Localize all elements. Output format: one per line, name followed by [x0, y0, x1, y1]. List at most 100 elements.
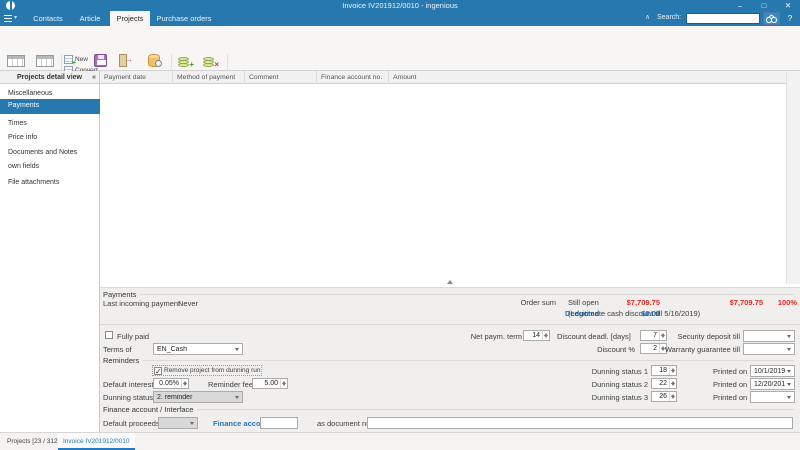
splitter-handle-icon[interactable] — [447, 280, 453, 284]
new-project-icon: + — [64, 55, 73, 64]
finance-account-input[interactable] — [260, 417, 298, 429]
net-payment-term-spinner[interactable]: 14 — [523, 330, 550, 341]
terms-of-dropdown[interactable]: EN_Cash — [153, 343, 243, 355]
sidebar-item-payments[interactable]: Payments — [0, 99, 100, 114]
printed-on-3-date[interactable] — [750, 391, 795, 403]
discount-percent-label: Discount % — [575, 345, 635, 354]
chevron-down-icon — [233, 392, 242, 402]
app-menu-button[interactable]: ▾ — [4, 14, 22, 24]
column-comment[interactable]: Comment — [244, 71, 316, 84]
sidebar-item-own-fields[interactable]: own fields — [0, 160, 100, 174]
printed-on-2-date[interactable]: 12/20/2019 — [750, 378, 795, 390]
column-method-of-payment[interactable]: Method of payment — [172, 71, 244, 84]
chevron-down-icon — [188, 418, 197, 428]
title-bar: Invoice IV201912/0010 - ingenious – □ ✕ — [0, 0, 800, 11]
default-proceeds-dropdown[interactable] — [158, 417, 198, 429]
dunning-status-dropdown[interactable]: 2. reminder — [153, 391, 243, 403]
search-input[interactable] — [686, 13, 760, 24]
column-payment-date[interactable]: Payment date — [100, 71, 172, 84]
warranty-guarantee-dropdown[interactable] — [743, 343, 795, 355]
still-open-percent: 100% — [778, 298, 797, 307]
checked-checkbox-icon — [154, 367, 162, 375]
tab-article[interactable]: Article — [72, 11, 108, 26]
chevron-down-icon — [785, 344, 794, 354]
window-title: Invoice IV201912/0010 - ingenious — [0, 1, 800, 10]
binoculars-icon — [765, 13, 778, 24]
spinner-arrows-icon — [181, 379, 188, 388]
spinner-arrows-icon — [280, 379, 287, 388]
spinner-arrows-icon — [669, 379, 676, 388]
cash-discount-note: (Legitimate cash discount till 5/16/2019… — [568, 309, 700, 318]
default-interest-spinner[interactable]: 0.05% — [153, 378, 189, 389]
chevron-down-icon — [785, 392, 794, 402]
collapse-sidebar-icon[interactable]: « — [92, 71, 96, 84]
spinner-arrows-icon — [669, 392, 676, 401]
dunning-status-3-spinner[interactable]: 26 — [651, 391, 677, 402]
group-payments: Payments — [103, 290, 794, 299]
minimize-button[interactable]: – — [728, 0, 752, 11]
vertical-scrollbar[interactable] — [786, 71, 800, 284]
chevron-down-icon — [785, 366, 794, 376]
sidebar-item-price-info[interactable]: Price info — [0, 131, 100, 145]
net-payment-term-label: Net paym. term — [452, 332, 522, 341]
still-open-value: $7,709.75 — [730, 298, 763, 307]
terms-of-label: Terms of — [103, 345, 132, 354]
printed-on-1-date[interactable]: 10/1/2019 — [750, 365, 795, 377]
tab-contacts[interactable]: Contacts — [26, 11, 70, 26]
menu-icon — [4, 15, 12, 22]
security-deposit-label: Security deposit till — [660, 332, 740, 341]
exit-door-icon: → — [118, 54, 132, 67]
payments-table-body[interactable] — [100, 84, 786, 284]
advanced-search-button[interactable] — [763, 12, 780, 25]
help-button[interactable]: ? — [782, 12, 798, 25]
chevron-down-icon — [785, 331, 794, 341]
tab-purchase-orders[interactable]: Purchase orders — [152, 11, 216, 26]
printed-on-3-label: Printed on — [713, 393, 747, 402]
table-grid-icon — [7, 55, 25, 67]
table-grid-icon — [36, 55, 54, 67]
coins-remove-icon: × — [203, 54, 219, 67]
ribbon-tab-row: ▾ Contacts Article Projects Purchase ord… — [0, 11, 800, 26]
printed-on-2-label: Printed on — [713, 380, 747, 389]
bottom-tab-invoice[interactable]: Invoice IV201912/0010 — [58, 433, 135, 450]
discount-deadline-label: Discount deadl. [days] — [557, 332, 631, 341]
dunning-status-1-spinner[interactable]: 18 — [651, 365, 677, 376]
column-finance-account-no[interactable]: Finance account no. — [316, 71, 388, 84]
project-new-button[interactable]: + New — [64, 54, 88, 64]
sidebar-item-documents-and-notes[interactable]: Documents and Notes — [0, 146, 100, 160]
dunning-status-3-label: Dunning status 3 — [578, 393, 648, 402]
bottom-tab-projects[interactable]: Projects [23 / 312] — [2, 433, 64, 450]
warranty-guarantee-label: Warranty guarantee till — [650, 345, 740, 354]
printed-on-1-label: Printed on — [713, 367, 747, 376]
dunning-status-2-spinner[interactable]: 22 — [651, 378, 677, 389]
dunning-status-label: Dunning status — [103, 393, 153, 402]
bottom-tab-bar: Projects [23 / 312] Invoice IV201912/001… — [0, 432, 800, 450]
order-sum-value: $7,709.75 — [627, 298, 660, 307]
maximize-button[interactable]: □ — [752, 0, 776, 11]
group-finance-account: Finance account / Interface — [103, 405, 794, 414]
tab-projects[interactable]: Projects — [110, 11, 150, 26]
fully-paid-checkbox[interactable] — [105, 331, 113, 339]
column-amount[interactable]: Amount — [388, 71, 786, 84]
sidebar-item-times[interactable]: Times — [0, 117, 100, 131]
group-reminders: Reminders — [103, 356, 794, 365]
default-proceeds-label: Default proceeds — [103, 419, 160, 428]
changelog-database-icon — [148, 54, 160, 67]
sidebar-item-file-attachments[interactable]: File attachments — [0, 176, 100, 190]
default-interest-label: Default interest — [103, 380, 153, 389]
payment-detail-panel: Payments Last incoming payment Never Ord… — [100, 287, 800, 432]
spinner-arrows-icon — [669, 366, 676, 375]
app-window: Invoice IV201912/0010 - ingenious – □ ✕ … — [0, 0, 800, 450]
security-deposit-dropdown[interactable] — [743, 330, 795, 342]
collapse-ribbon-icon[interactable]: ∧ — [645, 13, 650, 21]
close-button[interactable]: ✕ — [776, 0, 800, 11]
order-sum-label: Order sum — [496, 298, 556, 307]
section-divider — [100, 324, 800, 325]
remove-from-dunning-checkbox[interactable]: Remove project from dunning run — [152, 365, 262, 376]
chevron-down-icon: ▾ — [14, 14, 17, 21]
spinner-arrows-icon — [542, 331, 549, 340]
document-number-input[interactable] — [367, 417, 793, 429]
payments-table-header: Payment date Method of payment Comment F… — [100, 71, 786, 84]
fully-paid-label: Fully paid — [117, 332, 149, 341]
reminder-fee-spinner[interactable]: 5.00 — [252, 378, 288, 389]
